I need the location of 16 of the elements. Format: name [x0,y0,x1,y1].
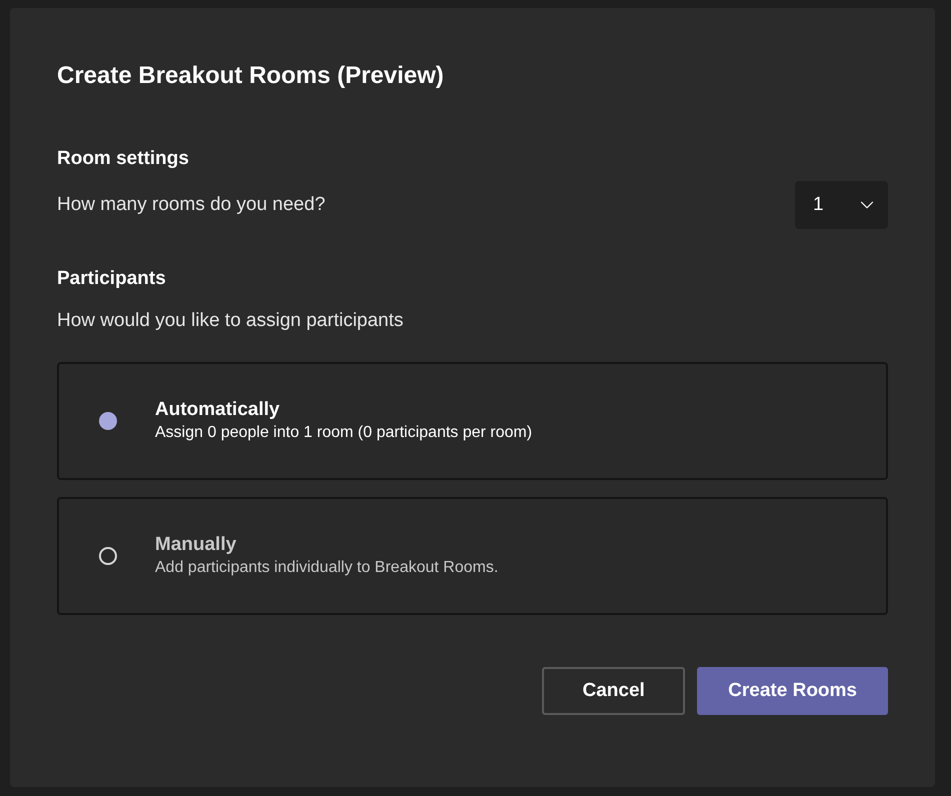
section-heading: Room settings [57,147,190,171]
radio-selected[interactable] [99,412,117,430]
assign-option-card[interactable]: Manually Add participants individually to Breakout Rooms. [57,497,888,615]
rooms-dropdown[interactable]: 1 [795,181,888,229]
option-label: Automatically [155,398,281,422]
assign-option-card[interactable]: Automatically Assign 0 people into 1 room (0 participants per room) [57,362,888,480]
cancel-button[interactable]: Cancel [542,667,686,715]
create-rooms-button[interactable]: Create Rooms [697,667,888,715]
option-description: Add participants individually to Breakout Rooms. [155,558,498,578]
rooms-question: How many rooms do you need? [57,192,326,217]
option-description: Assign 0 people into 1 room (0 participants per room) [155,423,532,443]
dialog-title: Create Breakout Rooms (Preview) [57,61,445,91]
section-heading: Participants [57,267,167,291]
radio-unselected[interactable] [99,547,117,565]
option-label: Manually [155,533,238,557]
assign-question: How would you like to assign participants [57,309,404,333]
